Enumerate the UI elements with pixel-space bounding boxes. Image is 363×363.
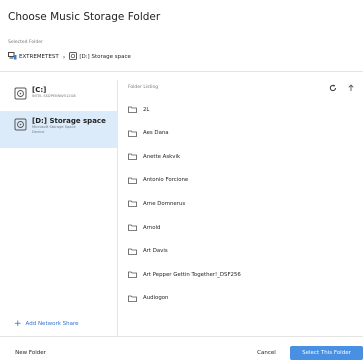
- folder-name: Arnold: [143, 224, 161, 231]
- folder-icon: [128, 153, 137, 161]
- plus-icon: +: [14, 319, 22, 329]
- folder-list-item[interactable]: Aes Dana: [128, 130, 169, 137]
- header-divider: [0, 71, 363, 72]
- computer-icon: [8, 52, 17, 62]
- add-network-share-button[interactable]: + Add Network Share: [14, 319, 79, 329]
- folder-icon: [128, 106, 137, 113]
- folder-name: Aes Dana: [143, 130, 169, 137]
- folder-icon: [128, 271, 137, 279]
- add-network-share-label: Add Network Share: [25, 321, 79, 327]
- cancel-button[interactable]: Cancel: [250, 346, 283, 360]
- selected-folder-label: Selected Folder: [8, 40, 43, 45]
- select-folder-button[interactable]: Select This Folder: [290, 346, 363, 360]
- arrow-up-icon: [348, 84, 354, 91]
- refresh-icon: [329, 84, 337, 92]
- folder-name: Antonio Forcione: [143, 177, 189, 184]
- footer-divider: [0, 336, 363, 337]
- folder-name: 2L: [143, 106, 150, 113]
- breadcrumb-item-drive[interactable]: [D:] Storage space: [79, 54, 131, 60]
- drive-name: [C:]: [32, 86, 47, 94]
- folder-list-item[interactable]: Audiogon: [128, 295, 168, 302]
- hard-drive-icon: [14, 87, 27, 100]
- drive-icon: [69, 52, 78, 62]
- folder-icon: [128, 177, 137, 184]
- folder-name: Anette Askvik: [143, 153, 181, 160]
- folder-list-item[interactable]: Arne Domnerus: [128, 200, 186, 208]
- drive-item-c[interactable]: [C:] INTEL SSDPEKNW512G8: [0, 86, 118, 112]
- folder-icon: [128, 130, 137, 137]
- drive-model: INTEL SSDPEKNW512G8: [32, 94, 76, 98]
- refresh-button[interactable]: [327, 82, 339, 94]
- folder-icon: [128, 200, 137, 208]
- dialog-title: Choose Music Storage Folder: [8, 11, 161, 23]
- parent-folder-button[interactable]: [345, 82, 357, 94]
- folder-list-item[interactable]: 2L: [128, 106, 149, 113]
- folder-listing-header: Folder Listing: [128, 85, 159, 90]
- folder-list-item[interactable]: Antonio Forcione: [128, 177, 188, 184]
- folder-list-item[interactable]: Art Davis: [128, 248, 168, 255]
- breadcrumb: EXTREMETEST › [D:] Storage space: [8, 52, 131, 62]
- hard-drive-icon: [14, 118, 27, 131]
- folder-list-item[interactable]: Arnold: [128, 224, 160, 231]
- folder-list-item[interactable]: Art Pepper Gettin Together!_DSF256: [128, 271, 241, 279]
- folder-icon: [128, 295, 137, 302]
- drive-sidebar: [C:] INTEL SSDPEKNW512G8 [D:] Storage sp…: [0, 80, 118, 336]
- drive-name: [D:] Storage space: [32, 117, 106, 125]
- folder-name: Arne Domnerus: [143, 200, 186, 207]
- breadcrumb-separator: ›: [62, 53, 66, 61]
- folder-name: Art Davis: [143, 248, 168, 255]
- drive-item-d[interactable]: [D:] Storage space Microsoft Storage Spa…: [0, 111, 118, 148]
- folder-icon: [128, 224, 137, 231]
- folder-name: Audiogon: [143, 295, 169, 302]
- new-folder-button[interactable]: New Folder: [12, 346, 49, 360]
- breadcrumb-item-computer[interactable]: EXTREMETEST: [19, 54, 59, 60]
- folder-name: Art Pepper Gettin Together!_DSF256: [143, 271, 241, 278]
- folder-list-item[interactable]: Anette Askvik: [128, 153, 181, 161]
- folder-icon: [128, 248, 137, 255]
- drive-type: Device: [32, 129, 45, 134]
